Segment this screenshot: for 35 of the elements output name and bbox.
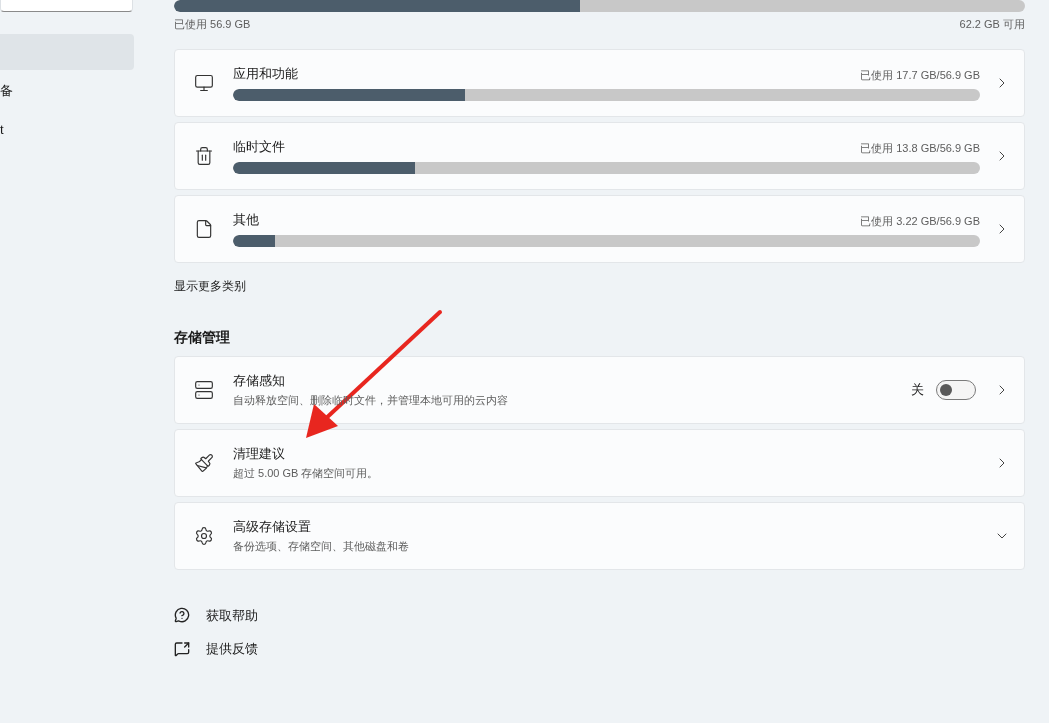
- category-card[interactable]: 临时文件 已使用 13.8 GB/56.9 GB: [174, 121, 1025, 190]
- setting-title: 清理建议: [233, 444, 286, 463]
- help-icon: [174, 607, 190, 624]
- section-title: 存储管理: [174, 327, 231, 347]
- toggle-switch[interactable]: [936, 379, 976, 400]
- category-name: 其他: [233, 210, 259, 229]
- broom-icon: [194, 452, 214, 473]
- free-space-text: 62.2 GB 可用: [959, 17, 1025, 32]
- category-name: 临时文件: [233, 137, 285, 156]
- settings-icon: [194, 525, 214, 546]
- setting-title: 存储感知: [233, 371, 286, 390]
- monitor-icon: [194, 72, 214, 93]
- category-usage: 已使用 3.22 GB/56.9 GB: [860, 213, 980, 229]
- help-link[interactable]: 提供反馈: [206, 639, 258, 659]
- category-usage: 已使用 13.8 GB/56.9 GB: [860, 140, 980, 156]
- toggle-label: 关: [911, 380, 924, 399]
- used-space-text: 已使用 56.9 GB: [174, 17, 251, 32]
- setting-title: 高级存储设置: [233, 517, 312, 536]
- settings-card[interactable]: 高级存储设置 备份选项、存储空间、其他磁盘和卷: [174, 501, 1025, 570]
- show-more-link[interactable]: 显示更多类别: [174, 276, 246, 295]
- help-link[interactable]: 获取帮助: [206, 605, 258, 625]
- sidebar-item[interactable]: 备: [0, 73, 134, 109]
- sidebar-item[interactable]: t: [0, 112, 134, 148]
- setting-description: 备份选项、存储空间、其他磁盘和卷: [233, 539, 409, 554]
- category-name: 应用和功能: [233, 64, 298, 83]
- setting-description: 超过 5.00 GB 存储空间可用。: [233, 466, 379, 481]
- settings-card[interactable]: 清理建议 超过 5.00 GB 存储空间可用。: [174, 428, 1025, 497]
- drive-icon: [194, 379, 214, 400]
- category-usage: 已使用 17.7 GB/56.9 GB: [860, 67, 980, 83]
- trash-icon: [194, 145, 214, 166]
- feedback-icon: [174, 640, 190, 657]
- search-field[interactable]: [0, 0, 133, 12]
- document-icon: [194, 218, 214, 239]
- category-card[interactable]: 应用和功能 已使用 17.7 GB/56.9 GB: [174, 48, 1025, 117]
- category-card[interactable]: 其他 已使用 3.22 GB/56.9 GB: [174, 194, 1025, 263]
